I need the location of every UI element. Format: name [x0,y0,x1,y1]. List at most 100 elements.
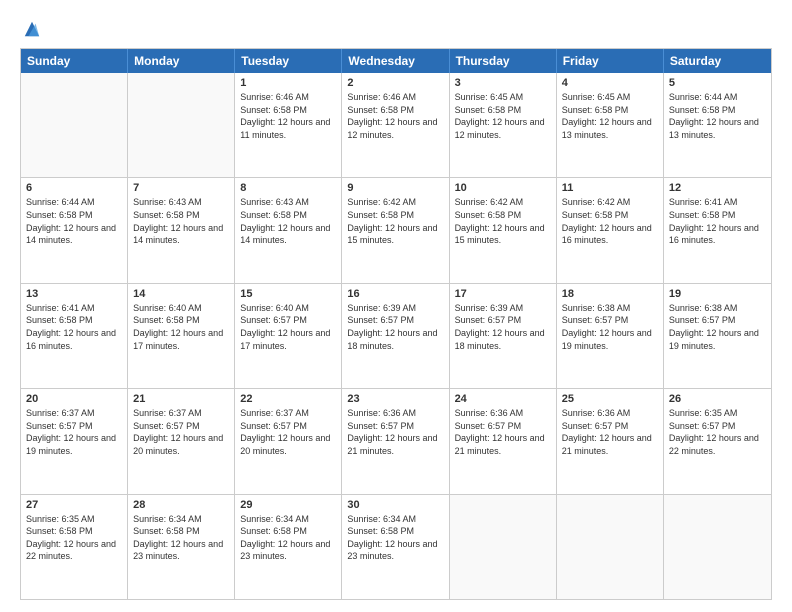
day-number: 4 [562,77,658,89]
weekday-header-monday: Monday [128,49,235,73]
day-number: 10 [455,182,551,194]
day-number: 2 [347,77,443,89]
calendar-cell: 5Sunrise: 6:44 AM Sunset: 6:58 PM Daylig… [664,73,771,177]
calendar-header: SundayMondayTuesdayWednesdayThursdayFrid… [21,49,771,73]
day-number: 29 [240,499,336,511]
calendar-row-1: 6 Sunrise: 6:44 AM Sunset: 6:58 PM Daylig… [21,177,771,282]
calendar-cell: 22Sunrise: 6:37 AM Sunset: 6:57 PM Dayli… [235,389,342,493]
day-info: Sunrise: 6:39 AM Sunset: 6:57 PM Dayligh… [347,302,443,352]
calendar-cell: 26Sunrise: 6:35 AM Sunset: 6:57 PM Dayli… [664,389,771,493]
day-info: Sunrise: 6:45 AM Sunset: 6:58 PM Dayligh… [562,91,658,141]
calendar-cell: 10 Sunrise: 6:42 AM Sunset: 6:58 PM Dayli… [450,178,557,282]
calendar-cell [557,495,664,599]
calendar-cell: 3Sunrise: 6:45 AM Sunset: 6:58 PM Daylig… [450,73,557,177]
day-number: 16 [347,288,443,300]
calendar-cell: 28Sunrise: 6:34 AM Sunset: 6:58 PM Dayli… [128,495,235,599]
day-info: Sunrise: 6:35 AM Sunset: 6:58 PM Dayligh… [26,513,122,563]
day-number: 23 [347,393,443,405]
calendar-cell: 1 Sunrise: 6:46 AM Sunset: 6:58 PM Daylig… [235,73,342,177]
day-number: 14 [133,288,229,300]
day-info: Sunrise: 6:36 AM Sunset: 6:57 PM Dayligh… [455,407,551,457]
calendar-cell: 12 Sunrise: 6:41 AM Sunset: 6:58 PM Dayli… [664,178,771,282]
calendar-cell: 19 Sunrise: 6:38 AM Sunset: 6:57 PM Dayli… [664,284,771,388]
calendar-cell: 27 Sunrise: 6:35 AM Sunset: 6:58 PM Dayli… [21,495,128,599]
day-info: Sunrise: 6:40 AM Sunset: 6:57 PM Dayligh… [240,302,336,352]
day-number: 13 [26,288,122,300]
weekday-header-saturday: Saturday [664,49,771,73]
day-info: Sunrise: 6:34 AM Sunset: 6:58 PM Dayligh… [347,513,443,563]
day-number: 1 [240,77,336,89]
day-info: Sunrise: 6:39 AM Sunset: 6:57 PM Dayligh… [455,302,551,352]
day-info: Sunrise: 6:46 AM Sunset: 6:58 PM Dayligh… [240,91,336,141]
day-info: Sunrise: 6:34 AM Sunset: 6:58 PM Dayligh… [240,513,336,563]
calendar-cell: 30 Sunrise: 6:34 AM Sunset: 6:58 PM Dayli… [342,495,449,599]
header [20,18,772,38]
calendar-cell: 15 Sunrise: 6:40 AM Sunset: 6:57 PM Dayli… [235,284,342,388]
day-number: 21 [133,393,229,405]
calendar-row-2: 13 Sunrise: 6:41 AM Sunset: 6:58 PM Dayli… [21,283,771,388]
calendar-cell: 21 Sunrise: 6:37 AM Sunset: 6:57 PM Dayli… [128,389,235,493]
day-info: Sunrise: 6:36 AM Sunset: 6:57 PM Dayligh… [562,407,658,457]
calendar-cell: 20Sunrise: 6:37 AM Sunset: 6:57 PM Dayli… [21,389,128,493]
calendar-cell: 24 Sunrise: 6:36 AM Sunset: 6:57 PM Dayli… [450,389,557,493]
day-number: 20 [26,393,122,405]
calendar-row-3: 20 Sunrise: 6:37 AM Sunset: 6:57 PM Dayli… [21,388,771,493]
day-info: Sunrise: 6:42 AM Sunset: 6:58 PM Dayligh… [347,196,443,246]
day-number: 18 [562,288,658,300]
day-info: Sunrise: 6:41 AM Sunset: 6:58 PM Dayligh… [26,302,122,352]
calendar-cell: 29 Sunrise: 6:34 AM Sunset: 6:58 PM Dayli… [235,495,342,599]
day-info: Sunrise: 6:37 AM Sunset: 6:57 PM Dayligh… [240,407,336,457]
weekday-header-sunday: Sunday [21,49,128,73]
day-number: 30 [347,499,443,511]
day-info: Sunrise: 6:38 AM Sunset: 6:57 PM Dayligh… [669,302,766,352]
day-number: 24 [455,393,551,405]
day-number: 9 [347,182,443,194]
day-number: 19 [669,288,766,300]
day-number: 27 [26,499,122,511]
calendar-row-0: 1 Sunrise: 6:46 AM Sunset: 6:58 PM Daylig… [21,73,771,177]
page: SundayMondayTuesdayWednesdayThursdayFrid… [0,0,792,612]
day-info: Sunrise: 6:43 AM Sunset: 6:58 PM Dayligh… [240,196,336,246]
day-info: Sunrise: 6:46 AM Sunset: 6:58 PM Dayligh… [347,91,443,141]
day-number: 7 [133,182,229,194]
calendar-cell: 4 Sunrise: 6:45 AM Sunset: 6:58 PM Daylig… [557,73,664,177]
calendar-cell: 14Sunrise: 6:40 AM Sunset: 6:58 PM Dayli… [128,284,235,388]
calendar-cell: 2 Sunrise: 6:46 AM Sunset: 6:58 PM Daylig… [342,73,449,177]
day-info: Sunrise: 6:44 AM Sunset: 6:58 PM Dayligh… [26,196,122,246]
day-info: Sunrise: 6:36 AM Sunset: 6:57 PM Dayligh… [347,407,443,457]
calendar-body: 1 Sunrise: 6:46 AM Sunset: 6:58 PM Daylig… [21,73,771,599]
calendar-cell: 11 Sunrise: 6:42 AM Sunset: 6:58 PM Dayli… [557,178,664,282]
day-info: Sunrise: 6:37 AM Sunset: 6:57 PM Dayligh… [133,407,229,457]
day-number: 17 [455,288,551,300]
day-number: 6 [26,182,122,194]
calendar-cell: 17 Sunrise: 6:39 AM Sunset: 6:57 PM Dayli… [450,284,557,388]
calendar-cell [21,73,128,177]
calendar-row-4: 27 Sunrise: 6:35 AM Sunset: 6:58 PM Dayli… [21,494,771,599]
day-info: Sunrise: 6:42 AM Sunset: 6:58 PM Dayligh… [562,196,658,246]
day-number: 15 [240,288,336,300]
day-number: 5 [669,77,766,89]
day-number: 3 [455,77,551,89]
calendar-cell: 13 Sunrise: 6:41 AM Sunset: 6:58 PM Dayli… [21,284,128,388]
day-number: 12 [669,182,766,194]
day-info: Sunrise: 6:42 AM Sunset: 6:58 PM Dayligh… [455,196,551,246]
calendar-cell: 6 Sunrise: 6:44 AM Sunset: 6:58 PM Daylig… [21,178,128,282]
calendar-cell: 16 Sunrise: 6:39 AM Sunset: 6:57 PM Dayli… [342,284,449,388]
day-number: 8 [240,182,336,194]
weekday-header-wednesday: Wednesday [342,49,449,73]
day-info: Sunrise: 6:34 AM Sunset: 6:58 PM Dayligh… [133,513,229,563]
logo [20,18,41,38]
weekday-header-friday: Friday [557,49,664,73]
calendar-cell [128,73,235,177]
day-number: 25 [562,393,658,405]
day-number: 11 [562,182,658,194]
weekday-header-tuesday: Tuesday [235,49,342,73]
day-number: 26 [669,393,766,405]
calendar-cell [664,495,771,599]
calendar-cell [450,495,557,599]
weekday-header-thursday: Thursday [450,49,557,73]
day-info: Sunrise: 6:41 AM Sunset: 6:58 PM Dayligh… [669,196,766,246]
calendar-cell: 18Sunrise: 6:38 AM Sunset: 6:57 PM Dayli… [557,284,664,388]
day-info: Sunrise: 6:43 AM Sunset: 6:58 PM Dayligh… [133,196,229,246]
calendar-cell: 7 Sunrise: 6:43 AM Sunset: 6:58 PM Daylig… [128,178,235,282]
